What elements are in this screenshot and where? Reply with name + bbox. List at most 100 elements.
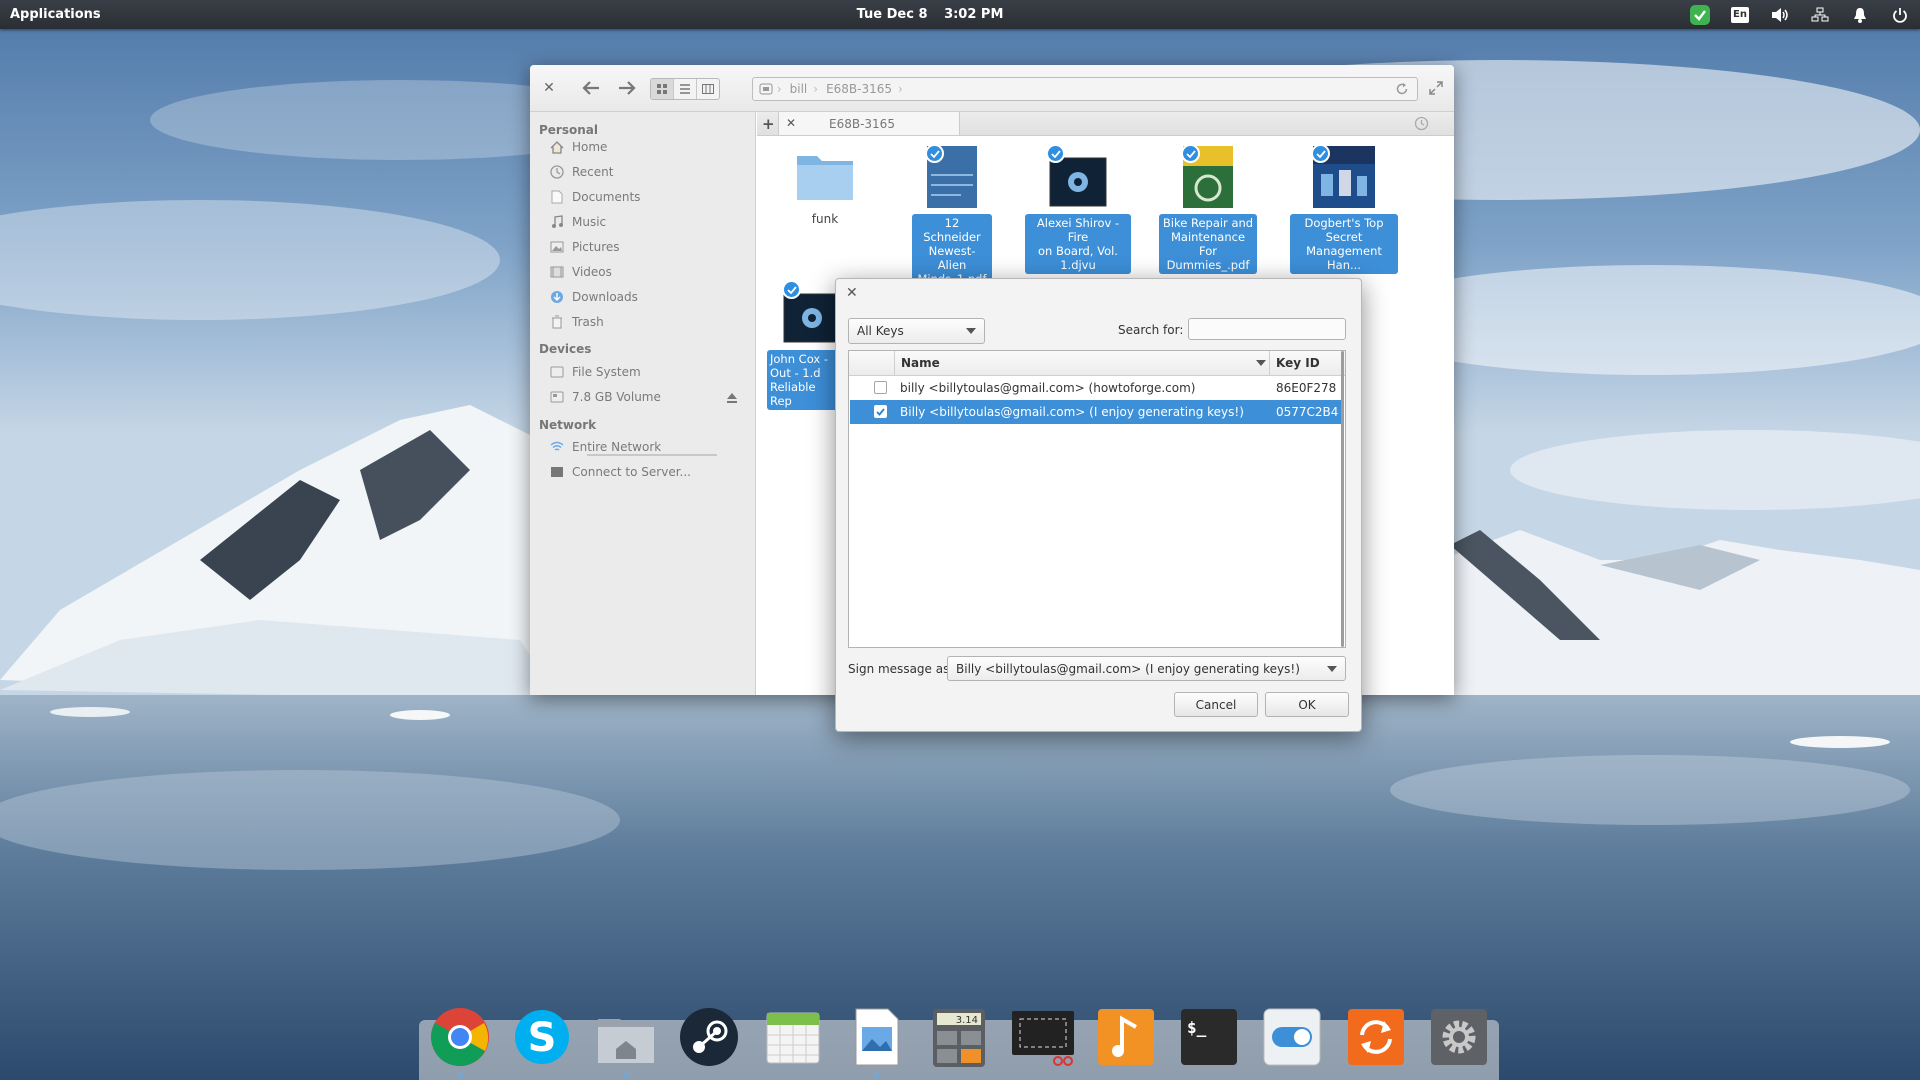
key-name: billy <billytoulas@gmail.com> (howtoforg… xyxy=(900,381,1196,395)
selected-check-icon xyxy=(925,144,944,163)
sidebar-item-documents[interactable]: Documents xyxy=(549,187,749,207)
key-name: Billy <billytoulas@gmail.com> (I enjoy g… xyxy=(900,405,1244,419)
sidebar-header-devices: Devices xyxy=(539,342,592,356)
calculator-icon[interactable]: 3.14 xyxy=(927,1005,991,1069)
steam-icon[interactable] xyxy=(677,1005,741,1069)
trash-icon xyxy=(549,314,565,330)
sidebar-item-home[interactable]: Home xyxy=(549,137,749,157)
music-icon xyxy=(549,214,565,230)
panel-date: Tue Dec 8 xyxy=(856,7,928,22)
settings-icon[interactable] xyxy=(1427,1005,1491,1069)
file-item-funk[interactable]: funk xyxy=(770,148,880,228)
maximize-button[interactable] xyxy=(1426,78,1446,98)
sidebar-item-downloads[interactable]: Downloads xyxy=(549,287,749,307)
checkmark-icon xyxy=(876,407,885,416)
power-icon[interactable] xyxy=(1889,4,1911,26)
close-tab-icon[interactable]: ✕ xyxy=(786,116,796,130)
choose-recipients-dialog: ✕ All Keys Search for: Name Key ID billy… xyxy=(835,278,1362,732)
sidebar-item-label: Entire Network xyxy=(572,440,662,454)
file-label: Dogbert's Top Secret Management Han... xyxy=(1290,214,1398,274)
keyboard-layout-indicator[interactable]: En xyxy=(1729,4,1751,26)
columns-icon xyxy=(702,84,714,94)
running-indicator xyxy=(458,1074,463,1077)
security-status-icon[interactable] xyxy=(1689,4,1711,26)
location-bar[interactable]: › bill › E68B-3165 › xyxy=(752,77,1418,101)
music-player-icon[interactable] xyxy=(1094,1005,1158,1069)
sidebar-item-label: Videos xyxy=(572,265,612,279)
sidebar-item-videos[interactable]: Videos xyxy=(549,262,749,282)
table-row[interactable]: Billy <billytoulas@gmail.com> (I enjoy g… xyxy=(850,400,1342,424)
sort-descending-icon[interactable] xyxy=(1256,360,1266,366)
eject-icon[interactable] xyxy=(726,392,738,406)
tab-bar: + ✕ E68B-3165 xyxy=(757,112,1454,136)
forward-button[interactable] xyxy=(614,77,640,99)
table-row[interactable]: billy <billytoulas@gmail.com> (howtoforg… xyxy=(850,376,1342,400)
pdf-thumbnail-icon xyxy=(925,144,979,210)
selected-check-icon xyxy=(1181,144,1200,163)
list-view-button[interactable] xyxy=(674,79,697,99)
top-panel: Applications Tue Dec 8 3:02 PM En xyxy=(0,0,1920,29)
running-indicator xyxy=(874,1074,879,1077)
breadcrumb-separator: › xyxy=(773,82,782,96)
switchboard-icon[interactable] xyxy=(1260,1005,1324,1069)
sidebar-item-recent[interactable]: Recent xyxy=(549,162,749,182)
sidebar-item-entire-network[interactable]: Entire Network xyxy=(549,437,749,457)
reload-icon[interactable] xyxy=(1395,82,1417,96)
view-switcher xyxy=(650,78,720,100)
search-input[interactable] xyxy=(1188,318,1346,340)
files-icon[interactable] xyxy=(594,1005,658,1069)
breadcrumb-bill[interactable]: bill xyxy=(782,82,814,96)
tab-e68b-3165[interactable]: ✕ E68B-3165 xyxy=(778,112,960,135)
ok-button[interactable]: OK xyxy=(1265,692,1349,717)
file-item-dogbert-pdf[interactable]: Dogbert's Top Secret Management Han... xyxy=(1289,144,1399,274)
skype-icon[interactable]: S xyxy=(510,1005,574,1069)
sidebar-item-volume[interactable]: 7.8 GB Volume xyxy=(549,387,729,407)
sidebar-item-label: Connect to Server... xyxy=(572,465,691,479)
calendar-icon[interactable] xyxy=(761,1005,825,1069)
sidebar-item-file-system[interactable]: File System xyxy=(549,362,749,382)
file-label: funk xyxy=(811,212,839,226)
sidebar-item-connect-server[interactable]: Connect to Server... xyxy=(549,462,749,482)
keys-table: Name Key ID billy <billytoulas@gmail.com… xyxy=(848,350,1346,648)
sidebar-item-music[interactable]: Music xyxy=(549,212,749,232)
sidebar-header-network: Network xyxy=(539,418,597,432)
key-filter-dropdown[interactable]: All Keys xyxy=(848,318,985,344)
sign-message-dropdown[interactable]: Billy <billytoulas@gmail.com> (I enjoy g… xyxy=(947,656,1346,681)
sign-message-label: Sign message as: xyxy=(848,662,954,676)
breadcrumb-volume[interactable]: E68B-3165 xyxy=(818,82,898,96)
terminal-icon[interactable]: $_ xyxy=(1177,1005,1241,1069)
file-item-schneider-pdf[interactable]: 12 Schneider Newest-Alien Minds_1.pdf xyxy=(897,144,1007,288)
history-icon[interactable] xyxy=(1414,116,1429,134)
sidebar-item-pictures[interactable]: Pictures xyxy=(549,237,749,257)
key-checkbox[interactable] xyxy=(874,405,887,418)
new-tab-button[interactable]: + xyxy=(762,115,775,133)
cancel-button[interactable]: Cancel xyxy=(1174,692,1258,717)
pdf-thumbnail-icon xyxy=(1181,144,1235,210)
key-id-column-header[interactable]: Key ID xyxy=(1276,356,1320,370)
dialog-close-button[interactable]: ✕ xyxy=(846,285,858,301)
update-icon[interactable] xyxy=(1344,1005,1408,1069)
volume-icon[interactable] xyxy=(1769,4,1791,26)
server-icon xyxy=(549,464,565,480)
icon-view-button[interactable] xyxy=(651,79,674,99)
sidebar-item-trash[interactable]: Trash xyxy=(549,312,749,332)
photos-icon[interactable] xyxy=(844,1005,908,1069)
close-window-button[interactable]: ✕ xyxy=(538,77,560,99)
keys-table-header: Name Key ID xyxy=(849,351,1345,376)
keys-scrollbar[interactable] xyxy=(1341,351,1344,647)
djvu-thumbnail-icon xyxy=(1046,144,1108,210)
recent-icon xyxy=(549,164,565,180)
panel-clock[interactable]: Tue Dec 8 3:02 PM xyxy=(0,7,1860,22)
close-icon: ✕ xyxy=(543,80,555,96)
key-checkbox[interactable] xyxy=(874,381,887,394)
network-icon[interactable] xyxy=(1809,4,1831,26)
chrome-icon[interactable] xyxy=(428,1005,492,1069)
notifications-icon[interactable] xyxy=(1849,4,1871,26)
file-item-bike-repair-pdf[interactable]: Bike Repair and Maintenance For Dummies_… xyxy=(1153,144,1263,274)
column-view-button[interactable] xyxy=(697,79,719,99)
screenshot-icon[interactable] xyxy=(1010,1005,1076,1069)
file-item-john-cox-djvu[interactable]: John Cox - Out - 1.d Reliable Rep xyxy=(767,280,843,410)
name-column-header[interactable]: Name xyxy=(901,356,940,370)
file-item-shirov-djvu[interactable]: Alexei Shirov - Fire on Board, Vol. 1.dj… xyxy=(1023,144,1133,274)
back-button[interactable] xyxy=(578,77,604,99)
